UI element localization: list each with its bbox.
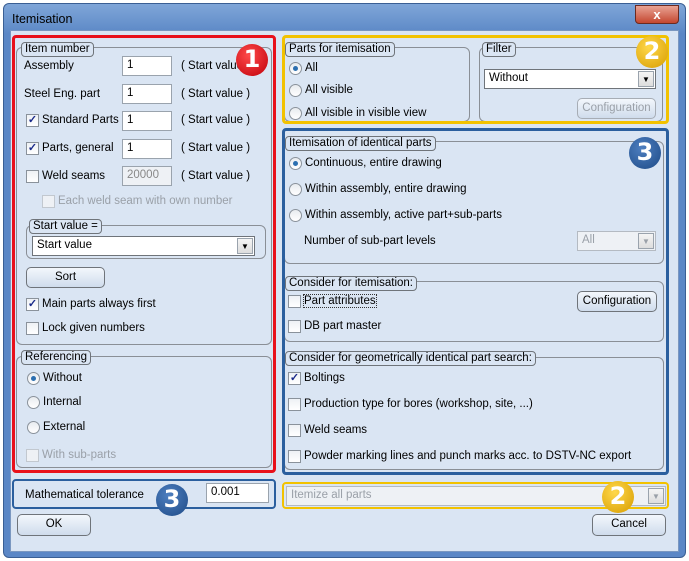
badge-2: 2	[636, 36, 668, 68]
badge-3: 3	[629, 137, 661, 169]
window-title: Itemisation	[12, 12, 73, 26]
highlight-box-2	[282, 35, 669, 124]
ok-button[interactable]: OK	[17, 514, 91, 536]
cancel-button[interactable]: Cancel	[592, 514, 666, 536]
badge-1: 1	[236, 44, 268, 76]
tolerance-input[interactable]: 0.001	[206, 483, 269, 503]
badge-3: 3	[156, 484, 188, 516]
highlight-box-1	[12, 35, 276, 473]
tolerance-label: Mathematical tolerance	[25, 489, 144, 501]
badge-2: 2	[602, 481, 634, 513]
close-button[interactable]: x	[635, 5, 679, 24]
highlight-box-3	[282, 128, 669, 475]
